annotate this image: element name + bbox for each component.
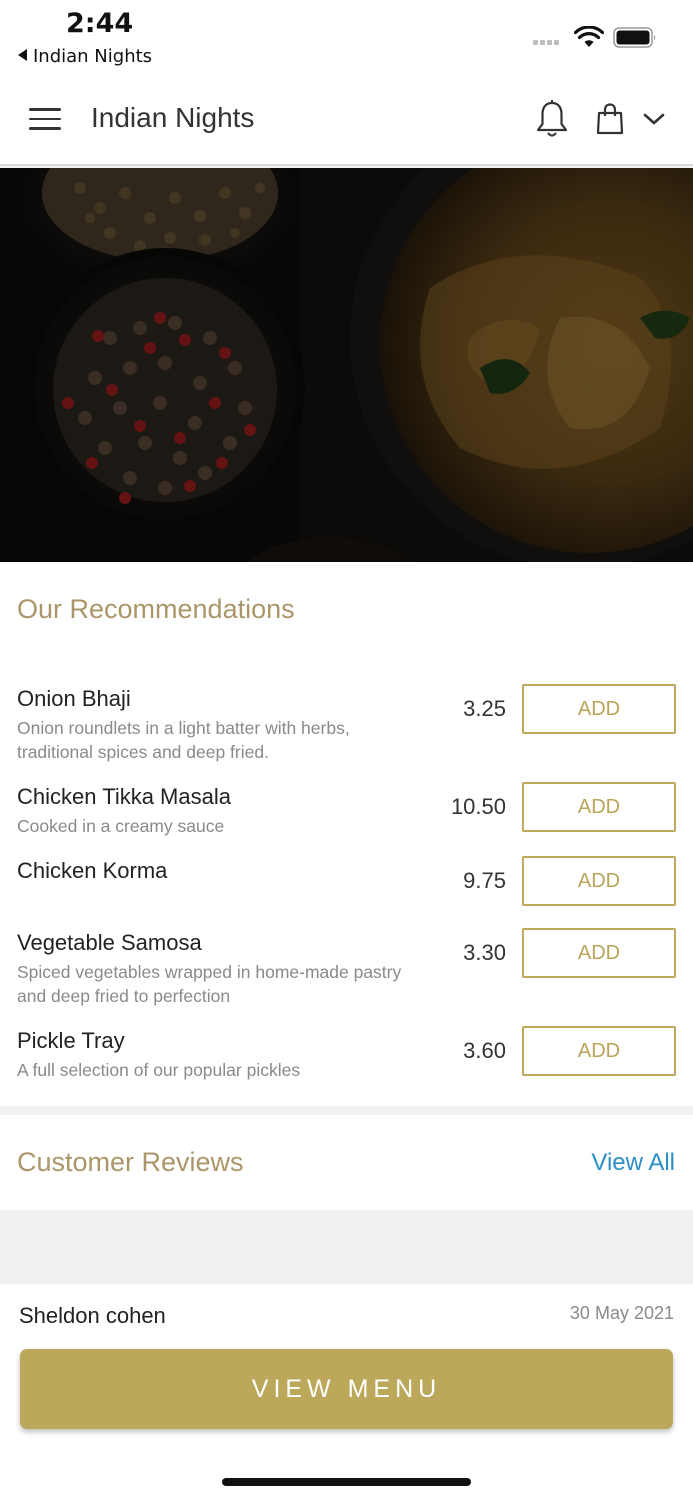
bell-icon[interactable] (535, 99, 569, 139)
view-menu-button[interactable]: VIEW MENU (20, 1349, 673, 1429)
hero-food-image (0, 168, 693, 562)
item-name: Onion Bhaji (17, 686, 131, 711)
item-name: Vegetable Samosa (17, 930, 202, 955)
item-price: 9.75 (463, 868, 506, 893)
status-time: 2:44 (66, 8, 134, 39)
add-button[interactable]: ADD (522, 684, 676, 734)
item-description: Spiced vegetables wrapped in home-made p… (17, 962, 402, 1006)
shopping-bag-icon[interactable] (596, 103, 624, 135)
item-name: Chicken Korma (17, 858, 168, 883)
reviewer-name: Sheldon cohen (19, 1303, 166, 1328)
status-bar: 2:44 Indian Nights (0, 0, 693, 68)
reviews-title: Customer Reviews (17, 1147, 244, 1177)
cellular-signal-icon (533, 40, 559, 45)
item-description: Onion roundlets in a light batter with h… (17, 718, 350, 762)
item-price: 3.30 (463, 940, 506, 965)
add-button[interactable]: ADD (522, 856, 676, 906)
back-arrow-icon (18, 49, 27, 61)
add-button[interactable]: ADD (522, 782, 676, 832)
item-price: 3.60 (463, 1038, 506, 1063)
app-header: Indian Nights (0, 72, 693, 166)
item-name: Chicken Tikka Masala (17, 784, 231, 809)
back-app-label: Indian Nights (33, 46, 153, 67)
review-card-placeholder (0, 1210, 693, 1284)
back-to-app-link[interactable]: Indian Nights (18, 46, 152, 67)
hamburger-menu-icon[interactable] (29, 108, 61, 130)
page-title: Indian Nights (91, 102, 255, 133)
recommendations-title: Our Recommendations (17, 594, 295, 624)
view-all-reviews-link[interactable]: View All (591, 1149, 675, 1177)
home-indicator[interactable] (222, 1478, 471, 1486)
item-description: A full selection of our popular pickles (17, 1060, 301, 1080)
chevron-down-icon[interactable] (642, 110, 666, 128)
section-divider (0, 1106, 693, 1115)
item-price: 3.25 (463, 696, 506, 721)
item-description: Cooked in a creamy sauce (17, 816, 225, 836)
wifi-icon (574, 26, 604, 47)
add-button[interactable]: ADD (522, 1026, 676, 1076)
add-button[interactable]: ADD (522, 928, 676, 978)
review-date: 30 May 2021 (569, 1303, 674, 1323)
battery-icon (613, 27, 656, 48)
item-name: Pickle Tray (17, 1028, 125, 1053)
item-price: 10.50 (450, 794, 506, 819)
